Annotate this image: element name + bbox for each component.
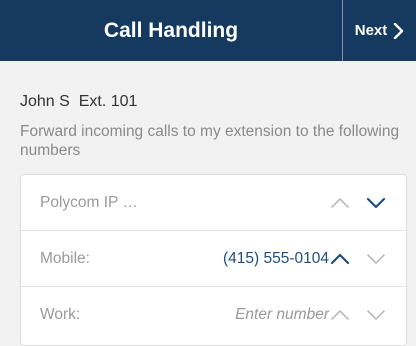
chevron-up-icon[interactable] (330, 249, 350, 269)
row-label: Work: (40, 306, 81, 323)
page-title: Call Handling (103, 19, 239, 42)
chevron-up-icon[interactable] (330, 193, 350, 213)
list-item[interactable]: Polycom IP … (21, 175, 406, 230)
row-label: Polycom IP … (40, 194, 138, 211)
forwarding-list: Polycom IP … Mobile: (415) 555-0104 Work… (20, 174, 407, 346)
next-label: Next (354, 22, 388, 39)
chevron-down-icon[interactable] (366, 193, 386, 213)
forwarding-description: Forward incoming calls to my extension t… (20, 123, 400, 159)
chevron-right-icon (394, 22, 404, 39)
phone-number-value[interactable]: (415) 555-0104 (223, 231, 329, 286)
user-extension-label: John S Ext. 101 (20, 93, 138, 110)
list-item[interactable]: Mobile: (415) 555-0104 (21, 231, 406, 286)
phone-number-input[interactable]: Enter number (235, 287, 329, 342)
row-label: Mobile: (40, 250, 90, 267)
chevron-down-icon[interactable] (366, 305, 386, 325)
list-item[interactable]: Work: Enter number (21, 287, 406, 342)
header-bar: Call Handling Next (0, 0, 416, 61)
chevron-up-icon[interactable] (330, 305, 350, 325)
next-button[interactable]: Next (343, 0, 416, 61)
chevron-down-icon[interactable] (366, 249, 386, 269)
